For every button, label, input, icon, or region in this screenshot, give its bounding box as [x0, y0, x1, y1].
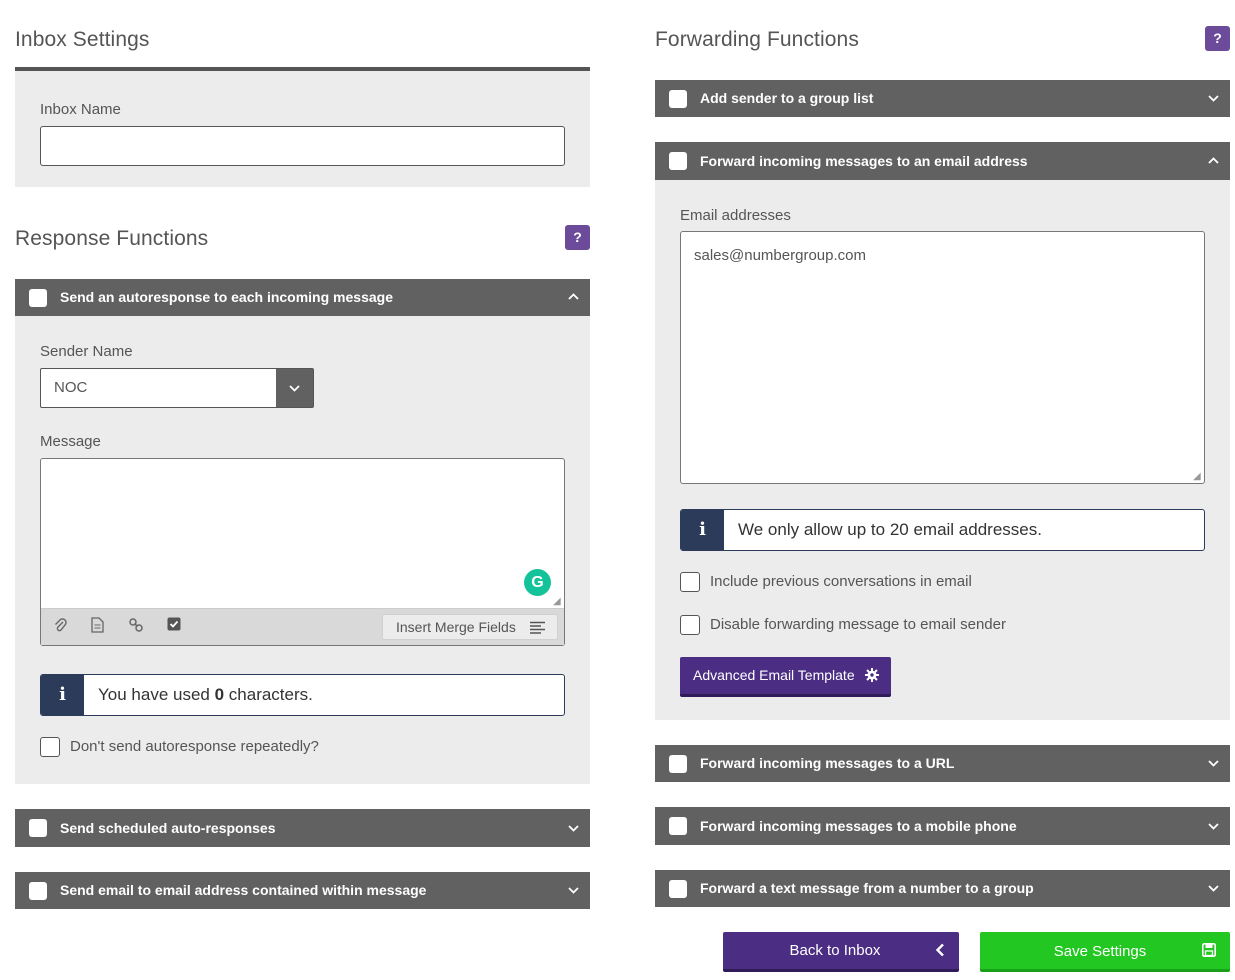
gear-icon: [865, 668, 879, 686]
document-icon[interactable]: [91, 617, 104, 636]
scheduled-label: Send scheduled auto-responses: [60, 820, 276, 836]
resize-grip-icon[interactable]: ◢: [1193, 472, 1203, 482]
sender-name-value: NOC: [54, 379, 88, 396]
url-forward-checkbox[interactable]: [669, 755, 687, 773]
save-icon: [1202, 943, 1216, 961]
grammarly-icon[interactable]: G: [524, 569, 551, 596]
sender-name-label: Sender Name: [40, 343, 133, 360]
response-functions-title: Response Functions: [15, 227, 209, 250]
chevron-up-icon[interactable]: [568, 279, 579, 316]
group-list-panel-header[interactable]: Add sender to a group list: [655, 80, 1230, 117]
forwarding-functions-title: Forwarding Functions: [655, 28, 859, 51]
url-forward-label: Forward incoming messages to a URL: [700, 755, 955, 771]
insert-merge-fields-button[interactable]: Insert Merge Fields: [382, 614, 558, 640]
text-group-forward-panel-header[interactable]: Forward a text message from a number to …: [655, 870, 1230, 907]
chevron-left-icon: [935, 943, 945, 961]
chevron-down-icon[interactable]: [568, 809, 579, 847]
disable-forward-checkbox[interactable]: [680, 615, 700, 635]
chevron-down-icon[interactable]: [276, 369, 313, 407]
email-addresses-label: Email addresses: [680, 207, 791, 224]
text-group-forward-checkbox[interactable]: [669, 880, 687, 898]
email-limit-text: We only allow up to 20 email addresses.: [738, 520, 1042, 539]
include-previous-label: Include previous conversations in email: [710, 573, 972, 590]
mobile-forward-label: Forward incoming messages to a mobile ph…: [700, 818, 1017, 834]
autoresponse-panel-body: Sender Name NOC Message G ◢ Insert Merge…: [15, 316, 590, 784]
group-list-label: Add sender to a group list: [700, 90, 874, 106]
mobile-forward-checkbox[interactable]: [669, 817, 687, 835]
email-forward-panel-header[interactable]: Forward incoming messages to an email ad…: [655, 142, 1230, 180]
chevron-down-icon[interactable]: [1208, 80, 1219, 117]
character-count-info: i You have used 0 characters.: [40, 674, 565, 716]
resize-grip-icon[interactable]: ◢: [553, 597, 563, 607]
save-settings-label: Save Settings: [1053, 943, 1147, 960]
email-forward-label: Forward incoming messages to an email ad…: [700, 153, 1028, 169]
disable-forward-label: Disable forwarding message to email send…: [710, 616, 1006, 633]
message-label: Message: [40, 433, 101, 450]
text-group-forward-label: Forward a text message from a number to …: [700, 880, 1034, 896]
info-icon: i: [41, 675, 84, 715]
checkbox-icon[interactable]: [167, 617, 181, 634]
scheduled-panel-header[interactable]: Send scheduled auto-responses: [15, 809, 590, 847]
chevron-down-icon[interactable]: [1208, 807, 1219, 845]
email-addresses-value: sales@numbergroup.com: [694, 247, 866, 264]
advanced-email-template-label: Advanced Email Template: [693, 667, 855, 683]
inbox-settings-title: Inbox Settings: [15, 28, 150, 51]
email-forward-checkbox[interactable]: [669, 152, 687, 170]
chevron-down-icon[interactable]: [568, 872, 579, 909]
char-info-suffix: characters.: [224, 685, 313, 704]
dont-repeat-checkbox[interactable]: [40, 737, 60, 757]
email-contained-checkbox[interactable]: [29, 882, 47, 900]
inbox-name-input[interactable]: [40, 126, 565, 166]
mobile-forward-panel-header[interactable]: Forward incoming messages to a mobile ph…: [655, 807, 1230, 845]
paperclip-icon[interactable]: [53, 617, 67, 636]
inbox-settings-card: Inbox Name: [15, 67, 590, 187]
sender-name-select[interactable]: NOC: [40, 368, 314, 408]
chevron-down-icon[interactable]: [1208, 745, 1219, 782]
include-previous-checkbox[interactable]: [680, 572, 700, 592]
autoresponse-panel-header[interactable]: Send an autoresponse to each incoming me…: [15, 279, 590, 316]
message-toolbar: Insert Merge Fields: [41, 608, 564, 645]
email-contained-label: Send email to email address contained wi…: [60, 882, 427, 898]
url-forward-panel-header[interactable]: Forward incoming messages to a URL: [655, 745, 1230, 782]
chevron-down-icon[interactable]: [1208, 870, 1219, 907]
inbox-name-label: Inbox Name: [40, 101, 121, 118]
scheduled-checkbox[interactable]: [29, 819, 47, 837]
character-count-text: You have used 0 characters.: [98, 675, 313, 715]
info-icon: i: [681, 510, 724, 550]
insert-merge-fields-label: Insert Merge Fields: [396, 619, 516, 635]
email-contained-panel-header[interactable]: Send email to email address contained wi…: [15, 872, 590, 909]
email-addresses-textarea[interactable]: sales@numbergroup.com ◢: [680, 231, 1205, 484]
message-textarea[interactable]: G ◢ Insert Merge Fields: [40, 458, 565, 646]
email-limit-info: i We only allow up to 20 email addresses…: [680, 509, 1205, 551]
char-info-prefix: You have used: [98, 685, 215, 704]
response-help-button[interactable]: ?: [565, 225, 590, 250]
save-settings-button[interactable]: Save Settings: [980, 932, 1230, 972]
email-forward-panel-body: Email addresses sales@numbergroup.com ◢ …: [655, 180, 1230, 720]
back-to-inbox-button[interactable]: Back to Inbox: [723, 932, 959, 972]
link-icon[interactable]: [128, 617, 144, 636]
autoresponse-label: Send an autoresponse to each incoming me…: [60, 289, 393, 305]
forwarding-help-button[interactable]: ?: [1205, 26, 1230, 51]
list-icon: [530, 621, 545, 637]
char-count: 0: [214, 685, 225, 704]
chevron-up-icon[interactable]: [1208, 142, 1219, 180]
back-to-inbox-label: Back to Inbox: [789, 942, 881, 959]
dont-repeat-label: Don't send autoresponse repeatedly?: [70, 738, 319, 755]
advanced-email-template-button[interactable]: Advanced Email Template: [680, 657, 891, 697]
group-list-checkbox[interactable]: [669, 90, 687, 108]
autoresponse-checkbox[interactable]: [29, 289, 47, 307]
